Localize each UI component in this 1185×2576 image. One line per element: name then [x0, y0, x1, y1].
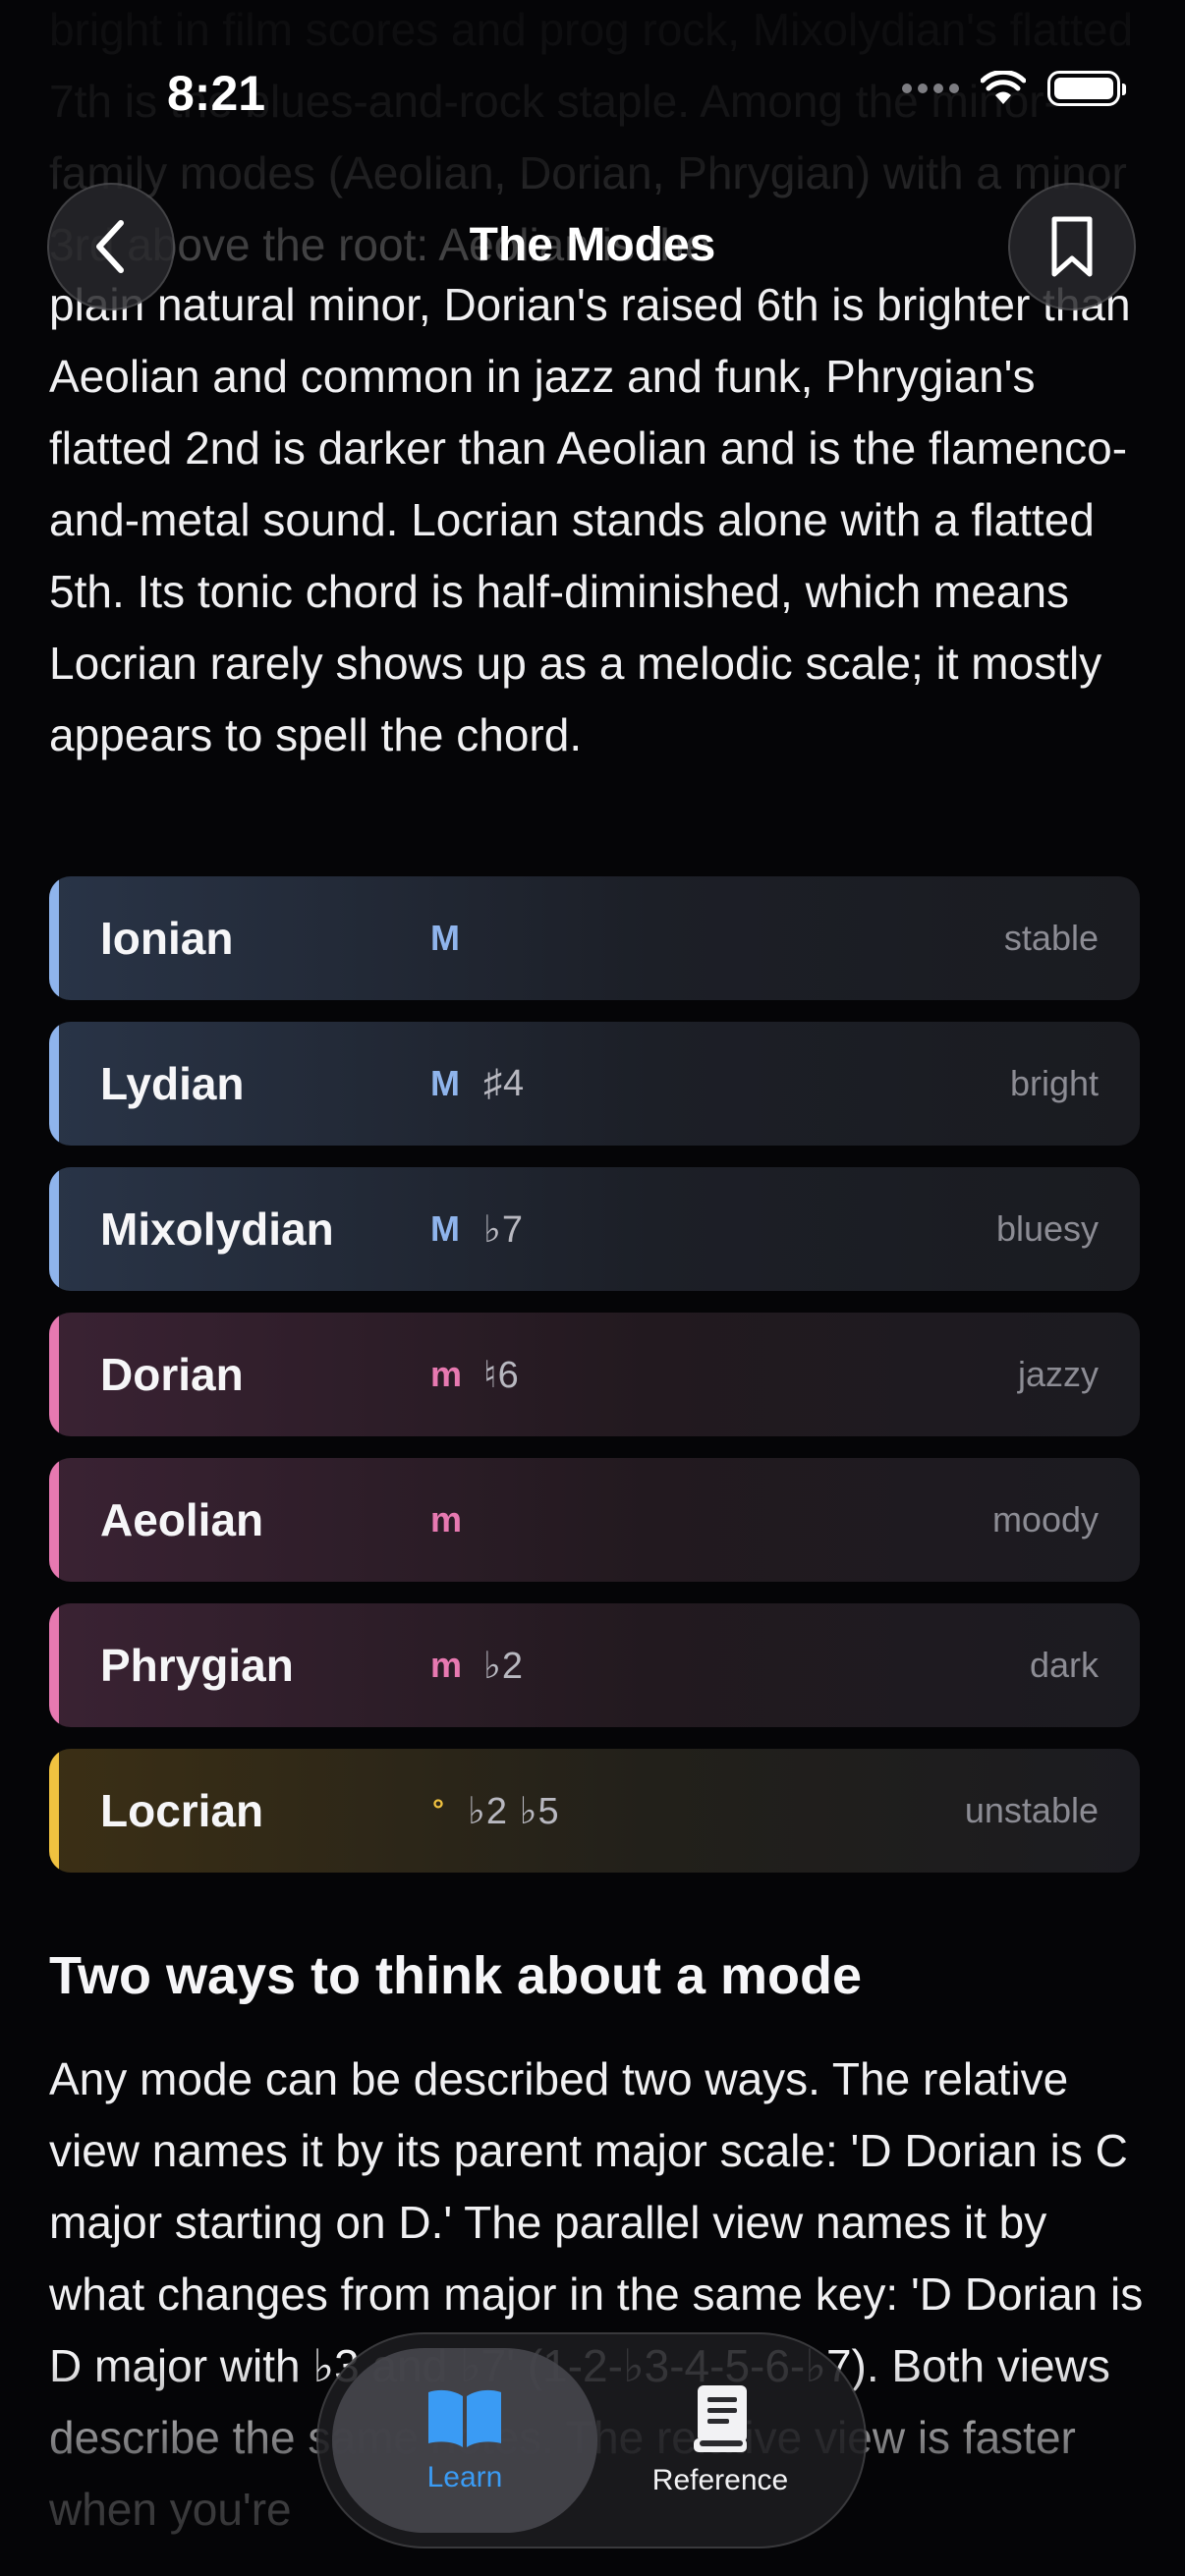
family-color-bar [49, 1022, 59, 1146]
intro-paragraph: plain natural minor, Dorian's raised 6th… [49, 279, 1131, 760]
mode-mood: moody [991, 1499, 1099, 1540]
family-color-bar [49, 876, 59, 1000]
status-time: 8:21 [167, 66, 266, 121]
mode-row-lydian[interactable]: Lydian M ♯4 bright [49, 1022, 1140, 1146]
mode-name: Mixolydian [100, 1204, 334, 1255]
mode-quality: ° [432, 1794, 444, 1826]
mode-mood: stable [1003, 918, 1099, 958]
mode-name: Phrygian [100, 1640, 294, 1691]
mode-row-phrygian[interactable]: Phrygian m ♭2 dark [49, 1603, 1140, 1727]
mode-name: Aeolian [100, 1494, 264, 1545]
mode-name: Ionian [100, 913, 234, 964]
tab-bar: Learn Reference [316, 2332, 867, 2548]
modes-list: Ionian M stable Lydian M ♯4 bright Mixol… [49, 876, 1140, 1894]
mode-mood: jazzy [1017, 1354, 1099, 1394]
mode-row-dorian[interactable]: Dorian m ♮6 jazzy [49, 1313, 1140, 1436]
mode-name: Locrian [100, 1785, 264, 1836]
mode-mood: bright [1009, 1063, 1099, 1103]
mode-row-aeolian[interactable]: Aeolian m moody [49, 1458, 1140, 1582]
bookmark-icon [1051, 216, 1093, 277]
family-color-bar [49, 1313, 59, 1436]
family-color-bar [49, 1458, 59, 1582]
mode-row-ionian[interactable]: Ionian M stable [49, 876, 1140, 1000]
bookmark-button[interactable] [1008, 183, 1136, 310]
reference-book-icon [694, 2385, 747, 2452]
mode-alterations: ♭2 [483, 1645, 525, 1687]
mode-name: Dorian [100, 1349, 244, 1400]
mode-quality: m [430, 1645, 463, 1685]
family-color-bar [49, 1749, 59, 1873]
mode-quality: m [430, 1354, 463, 1394]
section-heading: Two ways to think about a mode [49, 1946, 863, 2005]
cellular-signal-icon [902, 84, 959, 93]
mode-alterations: ♭2 ♭5 [468, 1790, 560, 1832]
mode-quality: M [430, 918, 460, 958]
status-icons [902, 71, 1126, 106]
mode-quality: m [430, 1499, 463, 1540]
family-color-bar [49, 1167, 59, 1291]
tab-reference[interactable]: Reference [588, 2348, 853, 2533]
mode-mood: bluesy [995, 1208, 1099, 1249]
family-color-bar [49, 1603, 59, 1727]
mode-alterations: ♮6 [483, 1354, 520, 1396]
tab-learn[interactable]: Learn [332, 2348, 597, 2533]
open-book-icon [428, 2389, 501, 2447]
mode-quality: M [430, 1063, 460, 1103]
mode-name: Lydian [100, 1058, 245, 1109]
mode-mood: dark [1029, 1645, 1099, 1685]
battery-icon [1047, 71, 1126, 106]
mode-alterations: ♭7 [483, 1208, 525, 1251]
mode-mood: unstable [964, 1790, 1099, 1830]
tab-label: Reference [651, 2464, 789, 2496]
wifi-icon [981, 71, 1026, 104]
mode-row-locrian[interactable]: Locrian ° ♭2 ♭5 unstable [49, 1749, 1140, 1873]
mode-quality: M [430, 1208, 460, 1249]
mode-alterations: ♯4 [483, 1062, 526, 1104]
mode-row-mixolydian[interactable]: Mixolydian M ♭7 bluesy [49, 1167, 1140, 1291]
tab-label: Learn [426, 2461, 503, 2493]
